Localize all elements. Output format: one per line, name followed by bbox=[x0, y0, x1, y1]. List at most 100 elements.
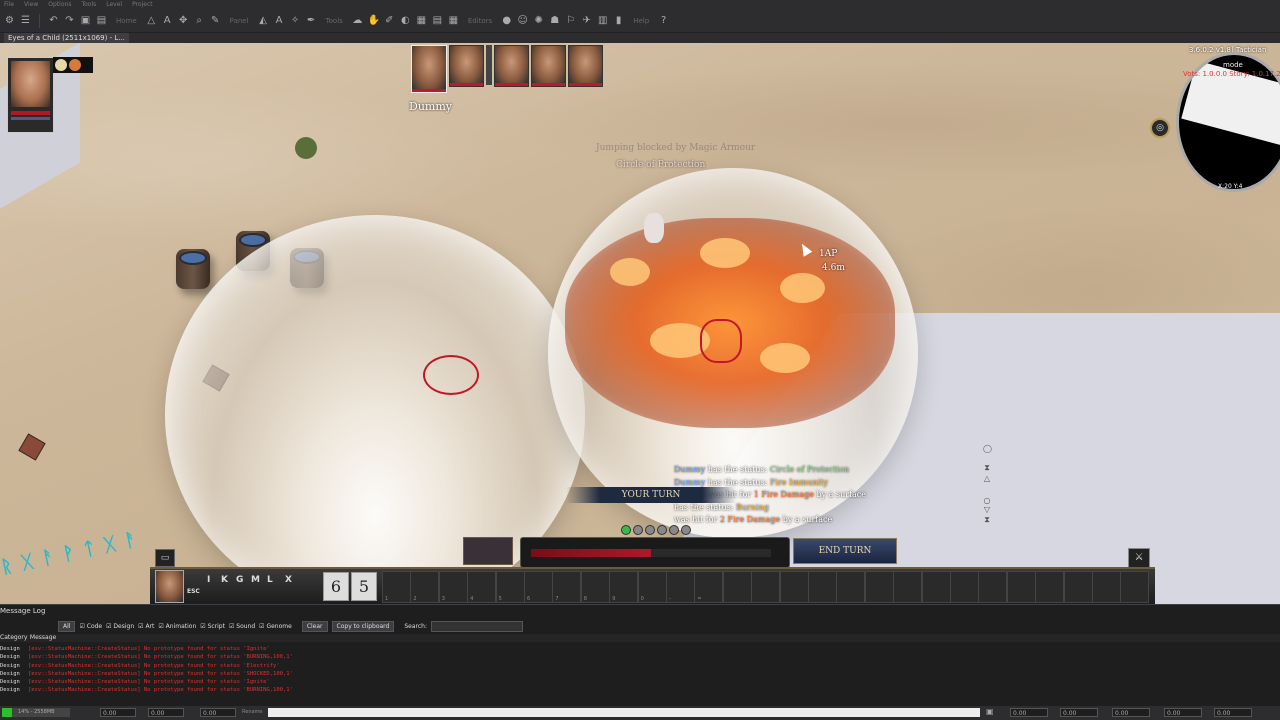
player-character[interactable] bbox=[644, 213, 664, 243]
quest-icon[interactable]: ✈ bbox=[581, 15, 592, 26]
hourglass-icon[interactable]: ⧗ bbox=[983, 463, 991, 472]
triangle-icon[interactable]: △ bbox=[983, 474, 991, 483]
burning-character-outline[interactable] bbox=[700, 319, 742, 363]
turn-portrait[interactable] bbox=[531, 45, 566, 87]
help-icon[interactable]: ? bbox=[658, 15, 669, 26]
filter-art-checkbox[interactable]: ☑ Art bbox=[138, 623, 154, 630]
hotbar-portrait[interactable] bbox=[155, 570, 184, 603]
cloud-icon[interactable]: ☁ bbox=[352, 15, 363, 26]
hotbar-slot[interactable] bbox=[836, 571, 866, 603]
hotbar-slot[interactable] bbox=[1092, 571, 1121, 603]
hotbar-slot-number[interactable]: 5 bbox=[351, 572, 377, 601]
settings-icon[interactable]: ⚙ bbox=[4, 15, 15, 26]
terrain-icon[interactable]: △ bbox=[146, 15, 157, 26]
search-input[interactable] bbox=[431, 620, 523, 632]
hotbar-slot[interactable] bbox=[779, 571, 809, 603]
hotkey-esc[interactable]: ESC bbox=[187, 588, 200, 595]
status-field[interactable]: 0.00 bbox=[1112, 708, 1150, 717]
chat-button[interactable]: ▭ bbox=[155, 549, 175, 567]
hotbar-slot[interactable]: 6 bbox=[524, 571, 553, 603]
pen-icon[interactable]: ✒ bbox=[306, 15, 317, 26]
brush-icon[interactable]: ✎ bbox=[210, 15, 221, 26]
hotbar-slot[interactable] bbox=[864, 571, 894, 603]
hotbar-slot[interactable] bbox=[1063, 571, 1093, 603]
table-row[interactable]: Design [esv::StatusMachine::CreateStatus]… bbox=[0, 678, 293, 686]
text-icon[interactable]: A bbox=[162, 15, 173, 26]
hourglass-icon[interactable]: ⧗ bbox=[983, 515, 991, 524]
hotbar-slot[interactable] bbox=[921, 571, 951, 603]
table-row[interactable]: Design [esv::StatusMachine::CreateStatus]… bbox=[0, 670, 293, 678]
column-header-message[interactable]: Message bbox=[30, 634, 56, 641]
redo-icon[interactable]: ↷ bbox=[64, 15, 75, 26]
hotbar-slot[interactable]: 4 bbox=[467, 571, 497, 603]
filter-animation-checkbox[interactable]: ☑ Animation bbox=[158, 623, 196, 630]
player-portrait[interactable] bbox=[7, 57, 54, 133]
hotbar-slot[interactable]: = bbox=[694, 571, 724, 603]
filter-all-button[interactable]: All bbox=[58, 620, 76, 632]
globe-icon[interactable]: ● bbox=[501, 15, 512, 26]
brush-tool-icon[interactable]: ✐ bbox=[384, 15, 395, 26]
table-row[interactable]: Design [esv::StatusMachine::CreateStatus]… bbox=[0, 662, 293, 670]
search-icon[interactable]: ⌕ bbox=[194, 15, 205, 26]
grid-icon[interactable]: ▦ bbox=[416, 15, 427, 26]
fire-status-icon[interactable] bbox=[69, 59, 81, 71]
status-icon[interactable] bbox=[55, 59, 67, 71]
compass-icon[interactable]: ◎ bbox=[1150, 118, 1170, 138]
hotbar-slot[interactable] bbox=[1120, 571, 1150, 603]
game-viewport[interactable]: ᚱ ᚷ ᚨ ᚹ ᛏ ᚷ ᚨ Jumping blocked by Magic A… bbox=[0, 43, 1280, 604]
wand-icon[interactable]: ✧ bbox=[290, 15, 301, 26]
end-turn-button[interactable]: END TURN bbox=[793, 538, 897, 564]
column-header-category[interactable]: Category bbox=[0, 634, 28, 641]
hotkey-journal[interactable]: L bbox=[267, 575, 273, 585]
status-input[interactable] bbox=[268, 708, 980, 717]
transform-icon[interactable]: ✥ bbox=[178, 15, 189, 26]
table-row[interactable]: Design [esv::StatusMachine::CreateStatus]… bbox=[0, 645, 293, 653]
hotkey-skills[interactable]: K bbox=[221, 575, 228, 585]
hotbar-slot[interactable] bbox=[1035, 571, 1065, 603]
hotbar-slot[interactable] bbox=[978, 571, 1008, 603]
clear-button[interactable]: Clear bbox=[301, 620, 328, 632]
lock-icon[interactable]: ◯ bbox=[983, 444, 992, 453]
menu-project[interactable]: Project bbox=[132, 0, 153, 9]
sheathe-weapons-icon[interactable]: ⚔ bbox=[1128, 548, 1150, 568]
hotbar-slot[interactable]: 2 bbox=[410, 571, 440, 603]
filter-code-checkbox[interactable]: ☑ Code bbox=[79, 623, 102, 630]
menu-file[interactable]: File bbox=[4, 0, 14, 9]
status-field[interactable]: 0.00 bbox=[1214, 708, 1252, 717]
filter-design-checkbox[interactable]: ☑ Design bbox=[106, 623, 134, 630]
stats-icon[interactable]: ▥ bbox=[597, 15, 608, 26]
hotbar-slot[interactable] bbox=[950, 571, 979, 603]
font-icon[interactable]: A bbox=[274, 15, 285, 26]
table-icon[interactable]: ▦ bbox=[448, 15, 459, 26]
sphere-icon[interactable]: ◐ bbox=[400, 15, 411, 26]
hotkey-map[interactable]: M bbox=[251, 575, 260, 585]
hotbar-slot[interactable] bbox=[751, 571, 781, 603]
hotbar-slot[interactable]: 1 bbox=[382, 571, 411, 603]
hotbar-slot[interactable] bbox=[893, 571, 923, 603]
list-icon[interactable]: ▤ bbox=[432, 15, 443, 26]
skill-book-button[interactable] bbox=[463, 537, 513, 565]
filter-script-checkbox[interactable]: ☑ Script bbox=[200, 623, 225, 630]
status-field[interactable]: 0.00 bbox=[200, 708, 236, 717]
filter-sound-checkbox[interactable]: ☑ Sound bbox=[229, 623, 255, 630]
hotbar-slot[interactable]: 8 bbox=[580, 571, 610, 603]
hotbar-slot[interactable] bbox=[1006, 571, 1036, 603]
table-row[interactable]: Design [esv::StatusMachine::CreateStatus]… bbox=[0, 686, 293, 694]
hand-icon[interactable]: ✋ bbox=[368, 15, 380, 26]
character-icon[interactable]: ☺ bbox=[517, 15, 528, 26]
arrow-down-icon[interactable]: ▽ bbox=[983, 505, 991, 514]
hotbar-slot[interactable]: 5 bbox=[495, 571, 525, 603]
hotbar-slot[interactable]: 3 bbox=[438, 571, 468, 603]
hotbar-slot[interactable]: - bbox=[666, 571, 695, 603]
chart-icon[interactable]: ▮ bbox=[613, 15, 624, 26]
hotkey-x[interactable]: X bbox=[285, 575, 292, 585]
menu-view[interactable]: View bbox=[24, 0, 38, 9]
copy-to-clipboard-button[interactable]: Copy to clipboard bbox=[331, 620, 395, 632]
status-field[interactable]: 0.00 bbox=[148, 708, 184, 717]
save-all-icon[interactable]: ▤ bbox=[96, 15, 107, 26]
undo-icon[interactable]: ↶ bbox=[48, 15, 59, 26]
hotbar-slot[interactable] bbox=[808, 571, 837, 603]
filter-genome-checkbox[interactable]: ☑ Genome bbox=[259, 623, 292, 630]
turn-portrait[interactable] bbox=[568, 45, 603, 87]
table-row[interactable]: Design [esv::StatusMachine::CreateStatus]… bbox=[0, 653, 293, 661]
